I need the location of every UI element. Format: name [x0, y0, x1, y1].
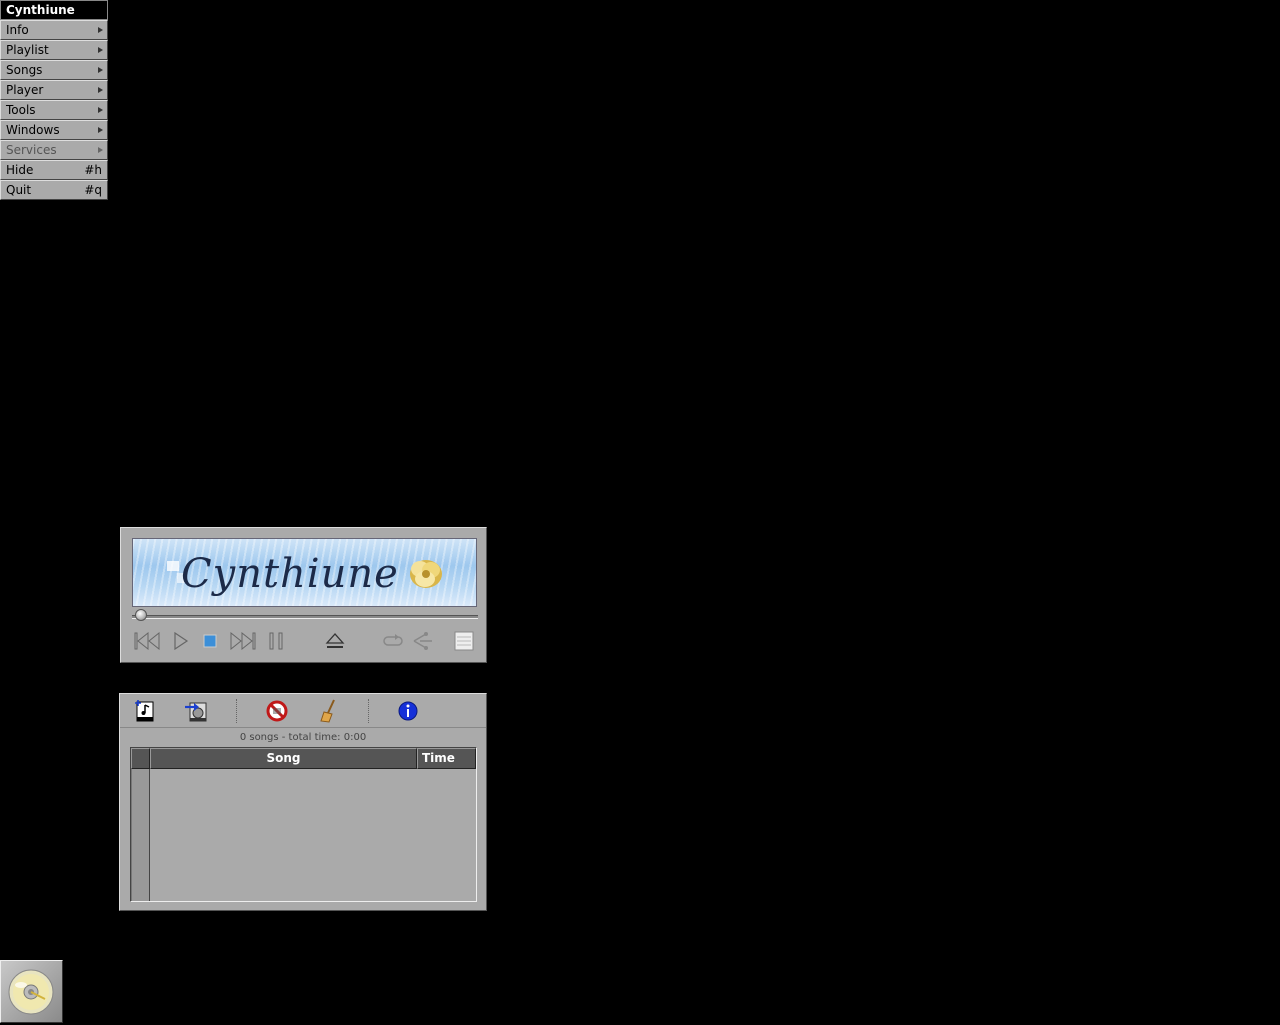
add-folder-button[interactable]	[183, 698, 209, 724]
playlist-status: 0 songs - total time: 0:00	[239, 732, 367, 743]
player-display: Cynthiune	[132, 538, 477, 607]
menu-item-hide[interactable]: Hide #h	[0, 160, 108, 180]
playlist-toggle-icon	[454, 631, 474, 651]
next-icon	[230, 632, 256, 650]
menu-item-label: Windows	[6, 123, 60, 137]
menu-item-tools[interactable]: Tools	[0, 100, 108, 120]
pause-icon	[269, 632, 283, 650]
repeat-button[interactable]	[381, 630, 405, 652]
seek-track[interactable]	[132, 615, 478, 619]
table-corner	[131, 748, 150, 769]
menu-item-songs[interactable]: Songs	[0, 60, 108, 80]
menu-item-label: Tools	[6, 103, 36, 117]
playlist-toolbar	[120, 694, 486, 728]
column-header-time[interactable]: Time	[417, 748, 476, 769]
menu-item-player[interactable]: Player	[0, 80, 108, 100]
seek-slider-handle[interactable]	[135, 609, 147, 621]
previous-icon	[134, 632, 160, 650]
cd-icon	[8, 969, 54, 1015]
play-button[interactable]	[171, 630, 191, 652]
repeat-icon	[383, 634, 403, 646]
menu-item-label: Quit	[6, 183, 32, 197]
next-button[interactable]	[227, 630, 257, 652]
submenu-arrow-icon	[98, 127, 103, 133]
row-header-strip	[131, 769, 150, 901]
submenu-arrow-icon	[98, 107, 103, 113]
eject-button[interactable]	[323, 630, 347, 652]
player-window: Cynthiune	[120, 527, 487, 663]
submenu-arrow-icon	[98, 27, 103, 33]
flower-logo-icon	[410, 560, 442, 588]
menu-title[interactable]: Cynthiune	[0, 0, 108, 20]
info-icon	[398, 701, 418, 721]
submenu-arrow-icon	[98, 87, 103, 93]
shuffle-icon	[413, 632, 432, 650]
menu-item-info[interactable]: Info	[0, 20, 108, 40]
menu-item-quit[interactable]: Quit #q	[0, 180, 108, 200]
menu-item-label: Hide	[6, 163, 34, 177]
playlist-table[interactable]: Song Time	[130, 747, 477, 902]
stop-icon	[203, 634, 217, 648]
playlist-window: 0 songs - total time: 0:00 Song Time	[119, 693, 487, 911]
add-folder-icon	[185, 702, 207, 722]
eject-icon	[325, 633, 345, 648]
submenu-arrow-icon	[98, 47, 103, 53]
display-decoration	[167, 561, 179, 571]
add-song-button[interactable]	[132, 698, 158, 724]
menu-shortcut: #q	[84, 183, 102, 197]
app-icon[interactable]	[0, 960, 63, 1023]
remove-button[interactable]	[264, 698, 290, 724]
menu-item-label: Info	[6, 23, 29, 37]
playlist-toggle-button[interactable]	[453, 630, 475, 652]
shuffle-button[interactable]	[411, 630, 435, 652]
menu-item-playlist[interactable]: Playlist	[0, 40, 108, 60]
playlist-body[interactable]	[150, 769, 476, 901]
display-title: Cynthiune	[181, 551, 399, 597]
stop-button[interactable]	[201, 630, 219, 652]
toolbar-separator	[236, 699, 237, 723]
menu-item-services: Services	[0, 140, 108, 160]
pause-button[interactable]	[265, 630, 287, 652]
menu-item-windows[interactable]: Windows	[0, 120, 108, 140]
submenu-arrow-icon	[98, 147, 103, 153]
menu-shortcut: #h	[84, 163, 102, 177]
menu-item-label: Player	[6, 83, 44, 97]
toolbar-separator	[368, 699, 369, 723]
submenu-arrow-icon	[98, 67, 103, 73]
play-icon	[174, 632, 189, 650]
menu-item-label: Songs	[6, 63, 43, 77]
info-button[interactable]	[395, 698, 421, 724]
menu-item-label: Services	[6, 143, 57, 157]
main-menu: Cynthiune Info Playlist Songs Player Too…	[0, 0, 108, 200]
broom-icon	[320, 699, 335, 723]
menu-item-label: Playlist	[6, 43, 49, 57]
add-song-icon	[135, 700, 154, 722]
column-header-song[interactable]: Song	[150, 748, 417, 769]
previous-button[interactable]	[133, 630, 163, 652]
remove-icon	[266, 700, 288, 722]
clear-button[interactable]	[316, 698, 342, 724]
